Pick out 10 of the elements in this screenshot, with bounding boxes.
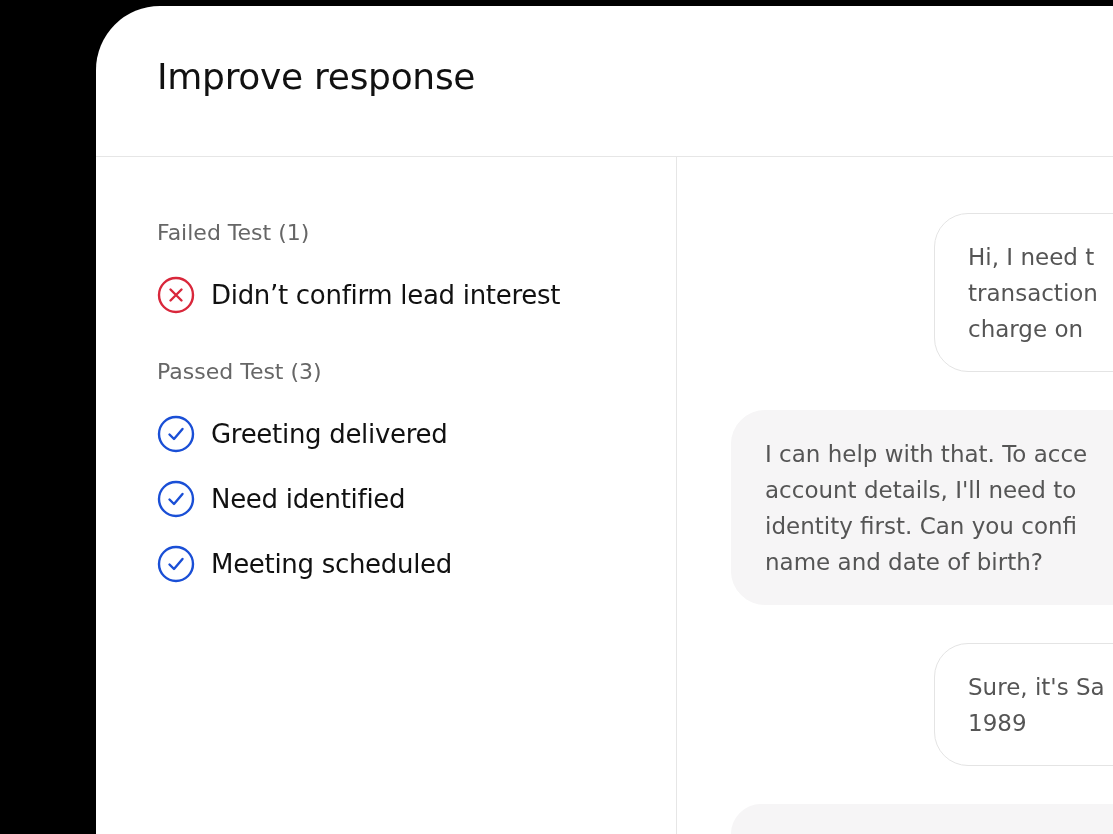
message-text: I can help with that. To acce account details, I'll need to identity first. Can you confi name and date of birth? [765, 440, 1089, 577]
section-heading: Passed Test (3) [157, 358, 323, 386]
message-text: Sure, it's Sa 1989 [968, 673, 1106, 738]
message-text: Hi, I need t transaction charge on [968, 243, 1099, 344]
test-label: Greeting delivered [211, 419, 448, 449]
test-label: Didn’t confirm lead interest [211, 280, 561, 310]
dialog-title: Improve response [157, 55, 476, 97]
section-heading: Failed Test (1) [157, 219, 311, 247]
test-label: Meeting scheduled [211, 549, 452, 579]
test-label: Need identified [211, 484, 406, 514]
